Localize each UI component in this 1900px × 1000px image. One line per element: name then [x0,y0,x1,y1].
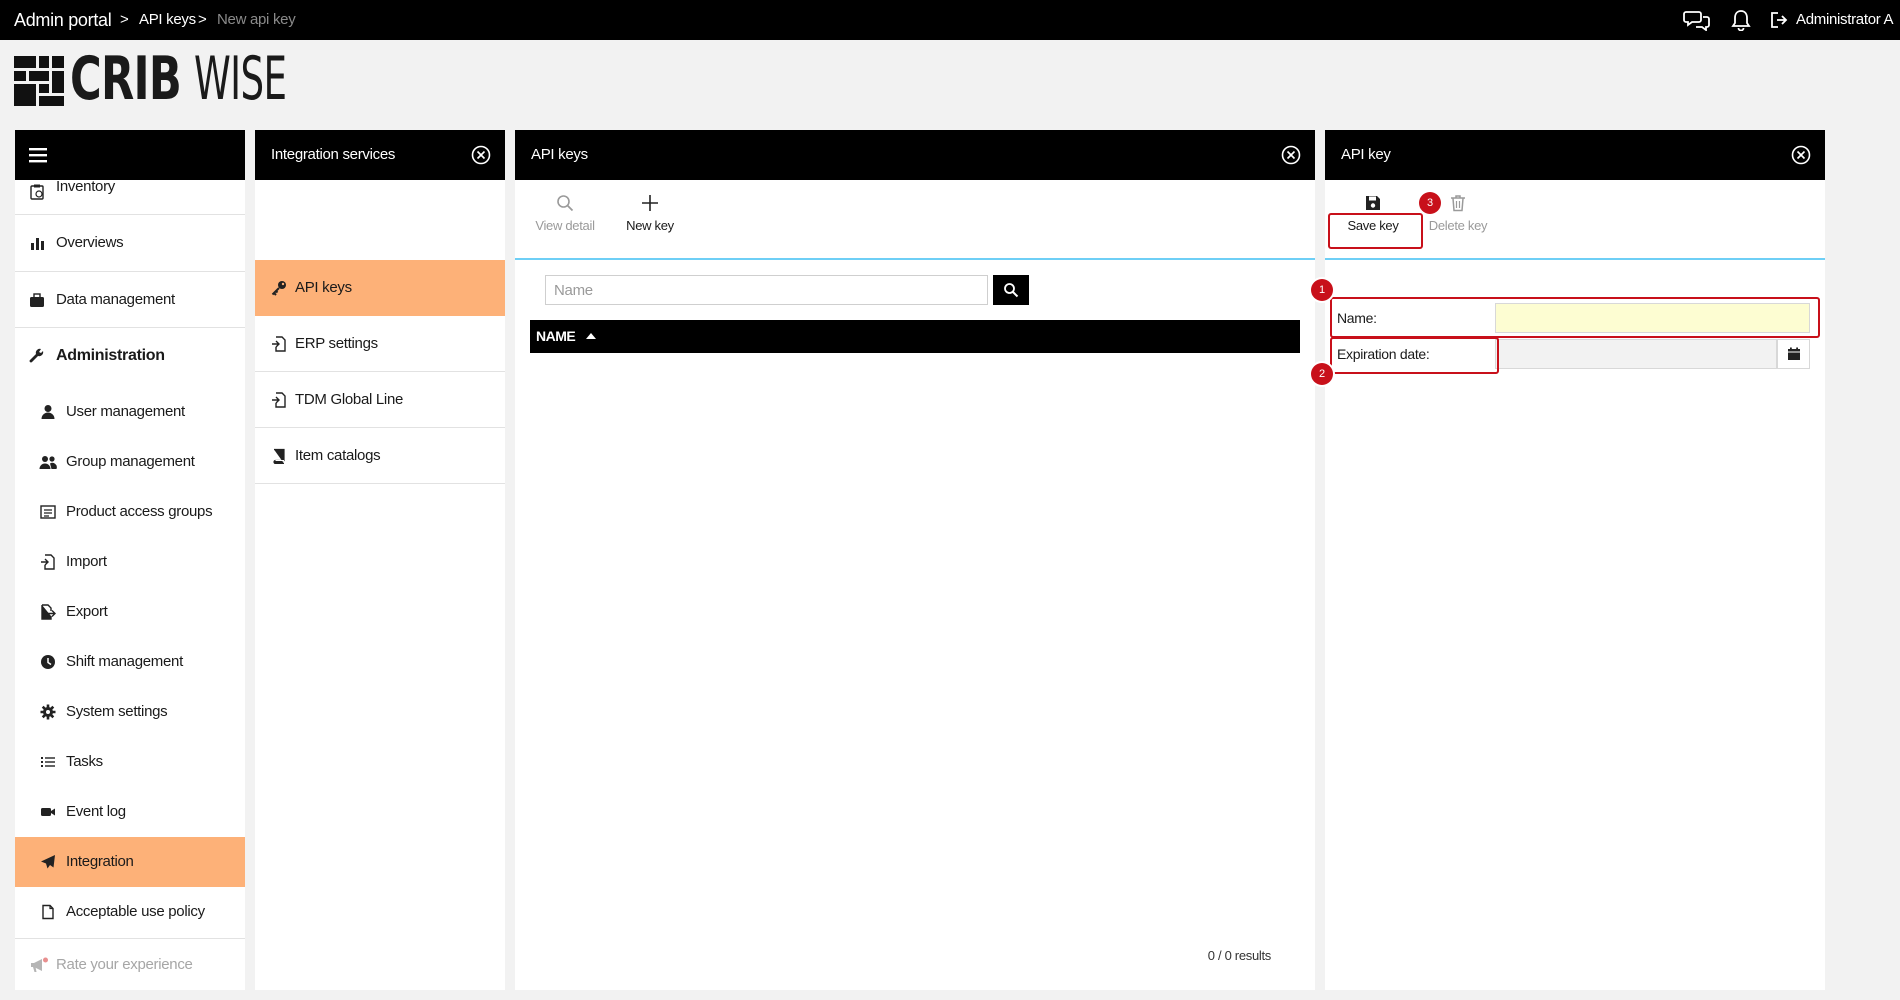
search-icon [557,195,574,212]
new-key-button[interactable]: New key [610,194,690,244]
date-picker-button[interactable] [1777,339,1810,369]
breadcrumb-api-keys[interactable]: API keys [139,0,196,40]
breadcrumb-separator: > [198,11,207,28]
nav-item-import[interactable]: Import [15,537,245,587]
nav-item-inventory[interactable]: Inventory [15,179,245,206]
chat-icon[interactable] [1683,9,1711,31]
service-item-tdm-global-line[interactable]: TDM Global Line [255,372,505,428]
logo-wordmark: CRIB WISE [70,44,287,114]
api-key-detail-header: API key [1325,130,1825,180]
column-header-name[interactable]: NAME [536,320,576,353]
nav-item-acceptable-use-policy[interactable]: Acceptable use policy [15,887,245,937]
logo-mark-icon [14,56,64,106]
checklist-icon [41,757,55,767]
breadcrumb-admin-portal[interactable]: Admin portal [14,0,112,40]
top-bar: Admin portal > API keys > New api key Ad… [0,0,1900,40]
nav-divider [15,938,245,939]
calendar-icon [1788,347,1800,360]
clipboard-icon [30,184,44,200]
annotation-badge-3: 3 [1419,192,1441,214]
service-item-api-keys[interactable]: API keys [255,260,505,316]
api-keys-toolbar: View detail New key [515,180,1315,260]
integration-services-panel: Integration services API keys ERP settin… [255,130,505,990]
key-icon [271,281,286,296]
nav-section-administration[interactable]: Administration [15,328,245,384]
file-import-icon [272,336,286,352]
nav-item-system-settings[interactable]: System settings [15,687,245,737]
nav-item-overviews[interactable]: Overviews [15,215,245,271]
logout-icon[interactable] [1770,9,1788,31]
name-search-input[interactable] [545,275,988,305]
file-export-icon [41,604,56,620]
nav-item-event-log[interactable]: Event log [15,787,245,837]
user-name[interactable]: Administrator A [1796,0,1894,40]
briefcase-icon [30,293,44,307]
api-keys-panel: API keys View detail New key NAME 0 / 0 … [515,130,1315,990]
nav-item-product-access-groups[interactable]: Product access groups [15,487,245,537]
nav-item-data-management[interactable]: Data management [15,272,245,328]
panel-title: API key [1341,146,1391,163]
sort-ascending-icon[interactable] [586,333,596,339]
nav-item-rate-your-experience[interactable]: Rate your experience [15,940,245,990]
close-icon[interactable] [1281,145,1301,165]
main-navigation: Inventory Overviews Data management Admi… [15,130,245,990]
nav-item-export[interactable]: Export [15,587,245,637]
nav-item-user-management[interactable]: User management [15,387,245,437]
results-count: 0 / 0 results [1207,948,1272,963]
expiration-date-field[interactable] [1495,339,1777,369]
api-keys-grid-header: NAME [530,320,1300,353]
bar-chart-icon [31,238,44,250]
close-icon[interactable] [1791,145,1811,165]
breadcrumb-current: New api key [217,11,296,28]
search-icon [1004,283,1019,298]
trash-icon [1451,195,1465,212]
document-icon [42,904,54,920]
annotation-highlight-save [1328,213,1423,249]
service-item-erp-settings[interactable]: ERP settings [255,316,505,372]
nav-item-shift-management[interactable]: Shift management [15,637,245,687]
hamburger-menu-icon[interactable] [29,147,47,163]
panel-title: Integration services [271,146,396,163]
wrench-icon [29,348,44,363]
megaphone-icon [31,957,48,972]
gear-icon [40,704,56,720]
user-icon [41,405,55,419]
nav-item-group-management[interactable]: Group management [15,437,245,487]
video-camera-icon [41,808,55,816]
clock-icon [41,655,55,669]
view-detail-button[interactable]: View detail [525,194,605,244]
paper-plane-icon [41,855,55,869]
book-icon [273,448,285,464]
search-button[interactable] [993,275,1029,305]
save-icon [1366,196,1380,210]
list-box-icon [40,505,56,519]
api-key-detail-panel: API key Save key Delete key Name: Expira… [1311,130,1825,990]
close-icon[interactable] [471,145,491,165]
file-import-icon [272,392,286,408]
users-icon [39,456,57,469]
integration-services-header: Integration services [255,130,505,180]
nav-item-integration[interactable]: Integration [15,837,245,887]
panel-title: API keys [531,146,588,163]
api-keys-header: API keys [515,130,1315,180]
breadcrumb-separator: > [120,11,129,28]
annotation-highlight-name [1330,297,1820,338]
file-import-icon [41,554,55,570]
nav-header [15,130,245,180]
nav-item-tasks[interactable]: Tasks [15,737,245,787]
annotation-badge-1: 1 [1311,279,1333,301]
annotation-badge-2: 2 [1311,363,1333,385]
service-item-item-catalogs[interactable]: Item catalogs [255,428,505,484]
bell-icon[interactable] [1730,9,1752,31]
plus-icon [642,195,658,211]
annotation-highlight-expiration [1330,337,1499,374]
